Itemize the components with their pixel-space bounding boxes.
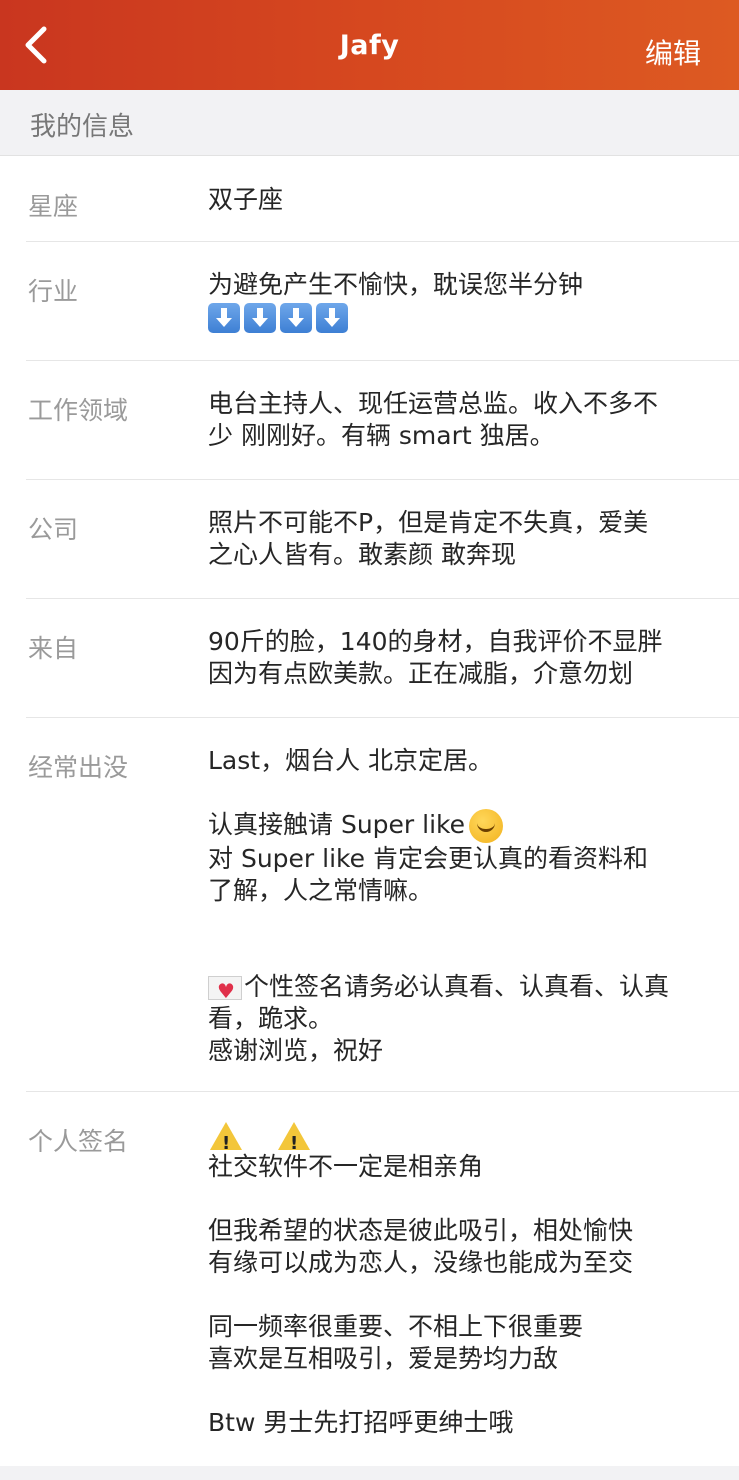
field-label: 行业: [28, 277, 79, 306]
field-row-work-area: 工作领域 电台主持人、现任运营总监。收入不多不 少 刚刚好。有辆 smart 独…: [0, 361, 739, 480]
value-text: 个性签名请务必认真看、认真看、认真: [244, 972, 670, 1001]
field-value: Last，烟台人 北京定居。 认真接触请 Super like 对 Super …: [208, 745, 718, 1067]
value-text: 认真接触请 Super like: [208, 810, 465, 839]
value-line: 了解，人之常情嘛。: [208, 876, 434, 905]
field-row-company: 公司 照片不可能不P，但是肯定不失真，爱美 之心人皆有。敢素颜 敢奔现: [0, 480, 739, 599]
love-letter-icon: [208, 975, 242, 1007]
value-line: 同一频率很重要、不相上下很重要: [208, 1312, 584, 1341]
section-title: 我的信息: [30, 112, 135, 142]
value-line: 为避免产生不愉快，耽误您半分钟: [208, 270, 584, 299]
field-label: 来自: [28, 634, 79, 663]
value-line: 电台主持人、现任运营总监。收入不多不: [208, 389, 659, 418]
field-row-from: 来自 90斤的脸，140的身材，自我评价不显胖 因为有点欧美款。正在减脂，介意勿…: [0, 599, 739, 718]
warning-icon: [210, 1122, 242, 1160]
section-header: 我的信息: [0, 90, 739, 156]
value-line: 有缘可以成为恋人，没缘也能成为至交: [208, 1248, 634, 1277]
bottom-band: [0, 1466, 739, 1480]
field-label: 个人签名: [28, 1127, 129, 1156]
field-label: 公司: [28, 515, 79, 544]
value-line: 看，跪求。: [208, 1004, 334, 1033]
navbar: Jafy 编辑: [0, 0, 739, 90]
hugging-face-icon: [469, 809, 503, 843]
value-line: 喜欢是互相吸引，爱是势均力敌: [208, 1344, 559, 1373]
value-line: 社交软件不一定是相亲角: [208, 1152, 484, 1181]
field-value: 双子座: [208, 184, 718, 216]
value-line: 但我希望的状态是彼此吸引，相处愉快: [208, 1216, 634, 1245]
down-arrow-icon: [280, 303, 312, 333]
field-label: 星座: [28, 192, 79, 221]
page-title: Jafy: [339, 30, 400, 61]
edit-button[interactable]: 编辑: [645, 32, 701, 72]
field-value: 90斤的脸，140的身材，自我评价不显胖 因为有点欧美款。正在减脂，介意勿划: [208, 626, 718, 690]
field-label: 经常出没: [28, 753, 129, 782]
field-value: 照片不可能不P，但是肯定不失真，爱美 之心人皆有。敢素颜 敢奔现: [208, 507, 718, 571]
value-line: 对 Super like 肯定会更认真的看资料和: [208, 844, 648, 873]
value-line: 双子座: [208, 185, 284, 214]
down-arrow-icon: [208, 303, 240, 333]
value-line: Btw 男士先打招呼更绅士哦: [208, 1408, 514, 1437]
down-arrow-icon: [244, 303, 276, 333]
field-row-industry: 行业 为避免产生不愉快，耽误您半分钟: [0, 242, 739, 361]
value-line: Last，烟台人 北京定居。: [208, 746, 494, 775]
emoji-row: [208, 301, 718, 333]
field-value: 电台主持人、现任运营总监。收入不多不 少 刚刚好。有辆 smart 独居。: [208, 388, 718, 452]
value-line: 认真接触请 Super like: [208, 809, 718, 843]
field-value: 为避免产生不愉快，耽误您半分钟: [208, 269, 718, 333]
field-row-frequent: 经常出没 Last，烟台人 北京定居。 认真接触请 Super like 对 S…: [0, 718, 739, 1092]
emoji-row: [208, 1119, 718, 1160]
value-line: 因为有点欧美款。正在减脂，介意勿划: [208, 659, 634, 688]
down-arrow-icon: [316, 303, 348, 333]
field-label: 工作领域: [28, 396, 129, 425]
field-value: 社交软件不一定是相亲角 但我希望的状态是彼此吸引，相处愉快 有缘可以成为恋人，没…: [208, 1119, 718, 1439]
value-line: 90斤的脸，140的身材，自我评价不显胖: [208, 627, 663, 656]
field-row-signature: 个人签名 社交软件不一定是相亲角 但我希望的状态是彼此吸引，相处愉快 有缘可以成…: [0, 1092, 739, 1466]
value-line: 之心人皆有。敢素颜 敢奔现: [208, 540, 516, 569]
value-line: 少 刚刚好。有辆 smart 独居。: [208, 421, 555, 450]
value-line: 照片不可能不P，但是肯定不失真，爱美: [208, 508, 649, 537]
value-line: 个性签名请务必认真看、认真看、认真: [208, 971, 718, 1007]
field-row-constellation: 星座 双子座: [0, 157, 739, 242]
value-line: 感谢浏览，祝好: [208, 1036, 384, 1065]
warning-icon: [278, 1122, 310, 1160]
